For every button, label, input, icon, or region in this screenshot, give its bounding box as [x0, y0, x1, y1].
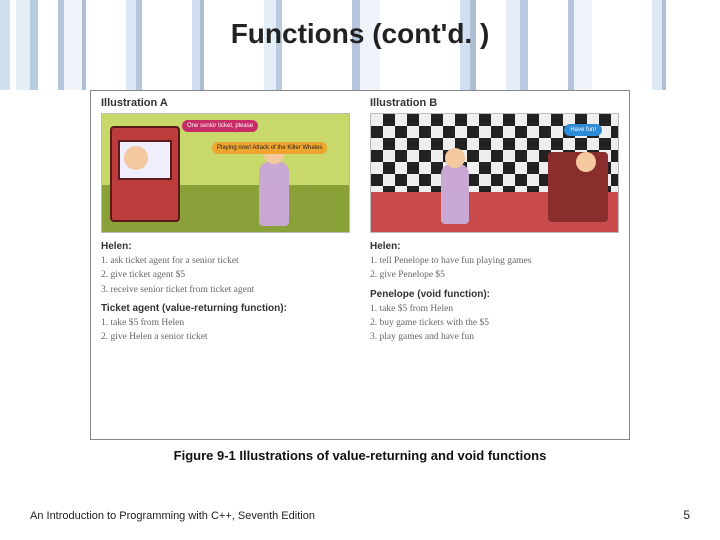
illustration-a-panel: Illustration A One senior ticket, please… — [91, 91, 360, 439]
helen-steps-a: Helen: 1. ask ticket agent for a senior … — [101, 241, 350, 297]
step-text: 2. buy game tickets with the $5 — [370, 316, 619, 330]
footer-book-title: An Introduction to Programming with C++,… — [30, 510, 315, 522]
illustration-a-title: Illustration A — [101, 97, 350, 109]
illustration-a-scene: One senior ticket, please Playing now! A… — [101, 113, 350, 233]
speech-bubble-request: One senior ticket, please — [182, 120, 258, 132]
helen-icon — [259, 162, 289, 226]
illustration-b-title: Illustration B — [370, 97, 619, 109]
agent-heading-a: Ticket agent (value-returning function): — [101, 303, 350, 314]
marquee-sign: Playing now! Attack of the Killer Whales — [212, 142, 327, 154]
step-text: 1. tell Penelope to have fun playing gam… — [370, 254, 619, 268]
speech-bubble-havefun: Have fun! — [564, 124, 602, 136]
step-text: 3. play games and have fun — [370, 330, 619, 344]
helen-heading-b: Helen: — [370, 241, 619, 252]
illustration-b-scene: Have fun! — [370, 113, 619, 233]
helen-steps-b: Helen: 1. tell Penelope to have fun play… — [370, 241, 619, 283]
ticket-agent-icon — [124, 146, 148, 170]
step-text: 2. give Penelope $5 — [370, 268, 619, 282]
page-number: 5 — [683, 508, 690, 522]
figure-caption: Figure 9-1 Illustrations of value-return… — [0, 448, 720, 463]
step-text: 3. receive senior ticket from ticket age… — [101, 283, 350, 297]
step-text: 1. take $5 from Helen — [101, 316, 350, 330]
step-text: 2. give Helen a senior ticket — [101, 330, 350, 344]
helen-heading-a: Helen: — [101, 241, 350, 252]
penelope-steps-b: Penelope (void function): 1. take $5 fro… — [370, 289, 619, 345]
helen-icon — [441, 164, 469, 224]
step-text: 1. ask ticket agent for a senior ticket — [101, 254, 350, 268]
penelope-icon — [576, 152, 596, 172]
step-text: 1. take $5 from Helen — [370, 302, 619, 316]
illustration-b-panel: Illustration B Have fun! Helen: 1. tell … — [360, 91, 629, 439]
figure-9-1: Illustration A One senior ticket, please… — [90, 90, 630, 440]
penelope-heading-b: Penelope (void function): — [370, 289, 619, 300]
step-text: 2. give ticket agent $5 — [101, 268, 350, 282]
slide-title: Functions (cont'd. ) — [0, 18, 720, 50]
agent-steps-a: Ticket agent (value-returning function):… — [101, 303, 350, 345]
